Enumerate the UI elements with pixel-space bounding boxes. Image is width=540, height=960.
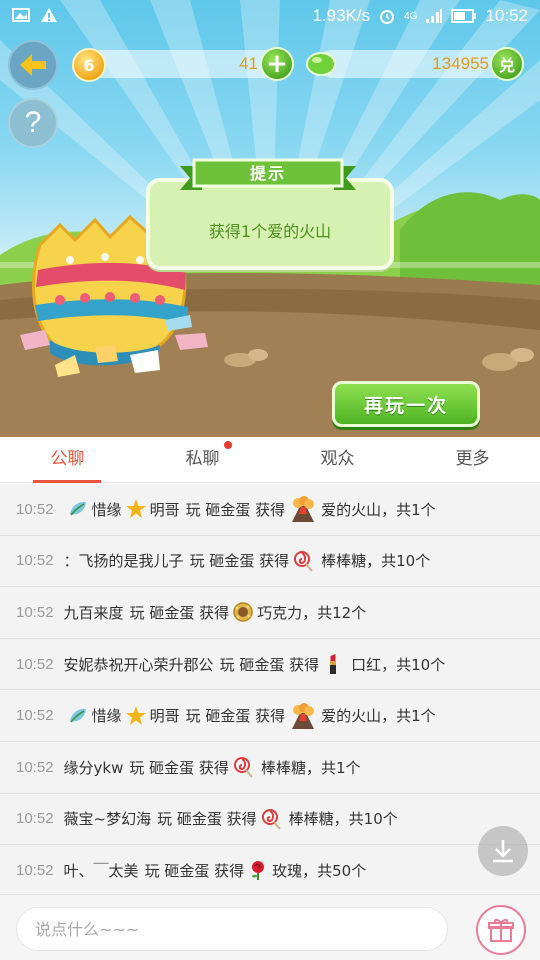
image-notification-icon bbox=[12, 8, 30, 22]
list-item: 10:52 缘分ykw 玩 砸金蛋 获得 棒棒糖，共1个 bbox=[0, 742, 540, 794]
lollipop-icon bbox=[294, 550, 313, 572]
rose-icon bbox=[252, 861, 265, 881]
message-action: 玩 砸金蛋 获得 bbox=[219, 655, 320, 674]
download-arrow-icon bbox=[493, 840, 513, 863]
chat-tabs: 公聊 私聊 观众 更多 bbox=[0, 437, 540, 483]
sender-name: 九百来度 bbox=[63, 603, 124, 622]
message-action: 玩 砸金蛋 获得 bbox=[157, 810, 257, 829]
tab-private-chat[interactable]: 私聊 bbox=[135, 437, 270, 483]
list-item: 10:52 ：飞扬的是我儿子 玩 砸金蛋 获得 棒棒糖，共10个 bbox=[0, 536, 540, 588]
message-time: 10:52 bbox=[16, 603, 54, 621]
signal-icon bbox=[426, 9, 443, 23]
gift-summary: 玫瑰，共50个 bbox=[272, 861, 367, 880]
help-button[interactable]: ? bbox=[8, 98, 58, 148]
gift-summary: 棒棒糖，共10个 bbox=[288, 810, 398, 829]
list-item: 10:52 叶、￣太美 玩 砸金蛋 获得 玫瑰，共50个 bbox=[0, 845, 540, 894]
status-bar: 1.93K/s 4G 10:52 bbox=[0, 0, 540, 34]
message-action: 玩 砸金蛋 获得 bbox=[185, 707, 286, 726]
back-button[interactable] bbox=[8, 40, 58, 90]
sender-name: 缘分ykw bbox=[63, 758, 124, 777]
leaf-icon bbox=[69, 502, 86, 516]
chocolate-icon bbox=[233, 602, 253, 623]
clock: 10:52 bbox=[485, 6, 528, 25]
play-again-button[interactable]: 再玩一次 bbox=[332, 381, 480, 427]
alarm-icon bbox=[380, 10, 395, 24]
tab-more[interactable]: 更多 bbox=[405, 437, 540, 483]
message-time: 10:52 bbox=[16, 810, 54, 828]
message-action: 玩 砸金蛋 获得 bbox=[144, 861, 245, 880]
battery-icon bbox=[451, 9, 477, 23]
candy-balance: 134955 bbox=[432, 54, 489, 73]
sender-name: ：飞扬的是我儿子 bbox=[63, 552, 184, 571]
green-candy-icon bbox=[306, 52, 336, 76]
lollipop-icon bbox=[261, 808, 281, 830]
gift-button[interactable] bbox=[476, 905, 526, 955]
scroll-to-bottom-button[interactable] bbox=[478, 826, 528, 876]
volcano-icon bbox=[292, 702, 315, 729]
lollipop-icon bbox=[233, 757, 253, 778]
message-time: 10:52 bbox=[16, 758, 54, 776]
gift-summary: 爱的火山，共1个 bbox=[321, 500, 436, 519]
message-time: 10:52 bbox=[16, 552, 54, 570]
list-item: 10:52 惜缘 明哥 玩 砸金蛋 获得 爱的火山，共1个 bbox=[0, 690, 540, 742]
message-action: 玩 砸金蛋 获得 bbox=[129, 603, 230, 622]
chat-message-list[interactable]: 10:52 惜缘 明哥 玩 砸金蛋 获得 爱的火山，共1个 10:52 ：飞扬的… bbox=[0, 484, 540, 894]
gift-icon bbox=[488, 919, 514, 942]
network-type: 4G bbox=[404, 10, 418, 22]
message-action: 玩 砸金蛋 获得 bbox=[189, 552, 290, 571]
message-action: 玩 砸金蛋 获得 bbox=[185, 500, 286, 519]
sender-name: 薇宝~梦幻海 bbox=[63, 810, 152, 829]
sender-name: 明哥 bbox=[149, 500, 180, 519]
warning-icon bbox=[41, 8, 57, 22]
star-icon bbox=[125, 499, 146, 519]
message-action: 玩 砸金蛋 获得 bbox=[129, 758, 229, 777]
tab-public-chat[interactable]: 公聊 bbox=[0, 437, 135, 483]
list-item: 10:52 安妮恭祝开心荣升郡公 玩 砸金蛋 获得 口红，共10个 bbox=[0, 639, 540, 691]
lipstick-icon bbox=[330, 654, 337, 675]
arrow-left-icon bbox=[20, 54, 46, 76]
gift-summary: 棒棒糖，共10个 bbox=[321, 552, 431, 571]
redeem-button[interactable]: 兑 bbox=[490, 47, 524, 81]
tab-audience[interactable]: 观众 bbox=[270, 437, 405, 483]
chat-input[interactable] bbox=[16, 907, 448, 951]
message-time: 10:52 bbox=[16, 861, 54, 879]
sender-name: 惜缘 bbox=[91, 500, 122, 519]
message-time: 10:52 bbox=[16, 500, 54, 518]
leaf-icon bbox=[69, 708, 86, 723]
message-time: 10:52 bbox=[16, 707, 54, 725]
sender-name: 明哥 bbox=[149, 707, 180, 726]
sender-name: 叶、￣太美 bbox=[63, 861, 139, 880]
chat-input-bar bbox=[0, 894, 540, 960]
sender-name: 惜缘 bbox=[91, 707, 122, 726]
message-time: 10:52 bbox=[16, 655, 54, 673]
list-item: 10:52 九百来度 玩 砸金蛋 获得 巧克力，共12个 bbox=[0, 587, 540, 639]
gift-summary: 口红，共10个 bbox=[351, 655, 446, 674]
coin-icon: 6 bbox=[72, 48, 106, 82]
gift-summary: 棒棒糖，共1个 bbox=[260, 758, 361, 777]
gift-summary: 爱的火山，共1个 bbox=[321, 707, 436, 726]
coin-balance: 41 bbox=[239, 54, 258, 73]
sender-name: 安妮恭祝开心荣升郡公 bbox=[63, 655, 214, 674]
add-coins-button[interactable]: + bbox=[260, 47, 294, 81]
star-icon bbox=[125, 705, 146, 725]
unread-dot bbox=[224, 441, 232, 449]
volcano-icon bbox=[292, 496, 315, 523]
gift-summary: 巧克力，共12个 bbox=[257, 603, 367, 622]
list-item: 10:52 惜缘 明哥 玩 砸金蛋 获得 爱的火山，共1个 bbox=[0, 484, 540, 536]
hint-title: 提示 bbox=[249, 164, 286, 183]
active-tab-indicator bbox=[33, 480, 101, 483]
network-speed: 1.93K/s bbox=[312, 6, 371, 25]
hint-message: 获得1个爱的火山 bbox=[208, 222, 332, 241]
list-item: 10:52 薇宝~梦幻海 玩 砸金蛋 获得 棒棒糖，共10个 bbox=[0, 794, 540, 846]
